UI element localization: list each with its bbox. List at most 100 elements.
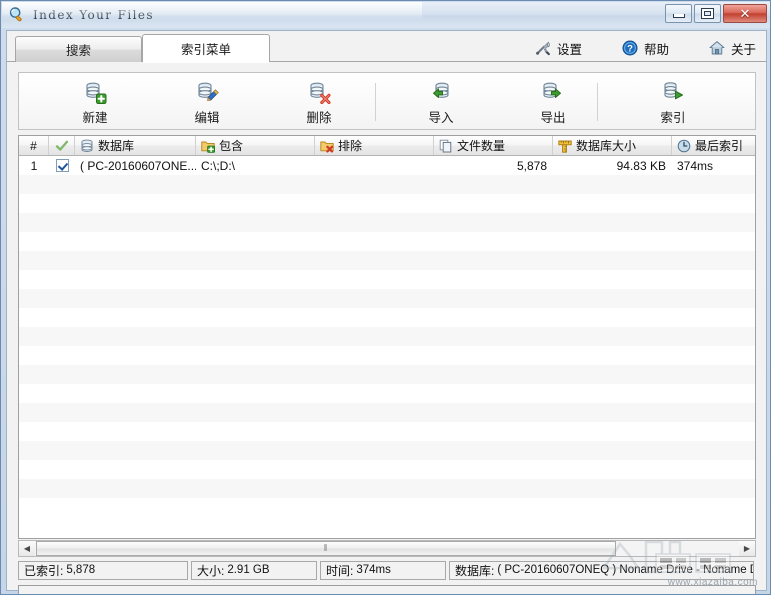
empty-row [19, 270, 755, 289]
horizontal-scrollbar[interactable]: ◀ ⦀ ▶ [18, 540, 756, 557]
status-panel-0: 已索引: 5,878 [18, 560, 188, 580]
close-icon: ✕ [739, 6, 751, 21]
empty-row [19, 308, 755, 327]
empty-row [19, 403, 755, 422]
client-area: 搜索 索引菜单 设置 ? 帮助 关于 新建 编辑 删除 导入 导出 索引 # 数… [6, 30, 767, 594]
toolbar-button-new-label: 新建 [82, 111, 108, 125]
empty-row [19, 346, 755, 365]
active-tab-connector [143, 61, 269, 63]
tab-index-menu[interactable]: 索引菜单 [142, 34, 270, 62]
column-header-database[interactable]: 数据库 [75, 136, 196, 155]
database-list-view[interactable]: # 数据库 包含 排除 文件数量 数据库大小 最后索引 1 (PC-20160… [18, 135, 756, 539]
status-panel-2: 时间: 374ms [320, 560, 446, 580]
question-circle-icon: ? [622, 40, 638, 56]
status-panel-1-label: 大小: [197, 563, 225, 578]
toolbar-button-import-label: 导入 [428, 111, 454, 125]
top-menu: 设置 ? 帮助 关于 [535, 36, 756, 60]
database-export-icon [541, 80, 565, 104]
row-checkbox[interactable] [55, 159, 69, 172]
checkmark-icon [55, 139, 69, 153]
folder-exclude-icon [320, 139, 334, 153]
empty-row [19, 479, 755, 498]
watermark-text: www.xiazaiba.com [667, 577, 758, 588]
files-icon [439, 139, 453, 153]
status-panel-1: 大小: 2.91 GB [191, 560, 317, 580]
column-header-dbsize-label: 数据库大小 [576, 139, 637, 153]
toolbar-button-index-label: 索引 [660, 111, 686, 125]
status-panel-3-label: 数据库: [455, 563, 495, 578]
scrollbar-track[interactable]: ⦀ [35, 541, 739, 556]
column-header-exclude-label: 排除 [338, 139, 363, 153]
database-import-icon [429, 80, 453, 104]
column-header-filecount[interactable]: 文件数量 [434, 136, 553, 155]
magnifier-icon [8, 6, 26, 24]
tab-search[interactable]: 搜索 [15, 36, 142, 62]
minimize-button[interactable] [665, 4, 692, 23]
menu-item-about-label: 关于 [730, 42, 756, 57]
empty-row [19, 365, 755, 384]
application-window: Index Your Files ✕ 搜索 索引菜单 设置 ? 帮助 关于 新建… [0, 0, 771, 595]
toolbar-button-import[interactable]: 导入 [395, 78, 487, 126]
cell-num: 1 [30, 158, 38, 173]
toolbar-button-delete[interactable]: 删除 [273, 78, 365, 126]
close-button[interactable]: ✕ [723, 4, 767, 23]
scrollbar-thumb[interactable]: ⦀ [36, 541, 616, 556]
database-index-icon [661, 80, 685, 104]
column-header-lastindex[interactable]: 最后索引 [672, 136, 755, 155]
menu-item-help[interactable]: ? 帮助 [622, 39, 669, 58]
column-header-checked[interactable] [49, 136, 75, 155]
toolbar: 新建 编辑 删除 导入 导出 索引 [18, 72, 756, 130]
column-header-include-label: 包含 [219, 139, 244, 153]
empty-row [19, 441, 755, 460]
empty-row [19, 213, 755, 232]
scroll-left-arrow-icon[interactable]: ◀ [19, 541, 35, 556]
table-row[interactable]: 1 ( PC-20160607ONE... C:\;D:\ 5,878 94.83 KB… [19, 156, 755, 175]
clock-icon [677, 139, 691, 153]
empty-row [19, 327, 755, 346]
bottom-panel [18, 585, 756, 594]
empty-row [19, 289, 755, 308]
empty-row [19, 422, 755, 441]
cell-filecount: 5,878 [516, 158, 547, 173]
toolbar-button-export-label: 导出 [540, 111, 566, 125]
menu-item-settings[interactable]: 设置 [535, 39, 582, 58]
minimize-icon [672, 14, 685, 18]
toolbar-button-index[interactable]: 索引 [627, 78, 719, 126]
toolbar-button-new[interactable]: 新建 [49, 78, 141, 126]
column-header-include[interactable]: 包含 [196, 136, 315, 155]
menu-item-help-label: 帮助 [643, 42, 669, 57]
cell-include: C:\;D:\ [201, 158, 236, 173]
toolbar-button-edit-label: 编辑 [194, 111, 220, 125]
window-title: Index Your Files [33, 8, 154, 22]
column-header-exclude[interactable]: 排除 [315, 136, 434, 155]
maximize-icon [701, 8, 714, 19]
empty-row [19, 384, 755, 403]
column-header-number-label: # [30, 138, 37, 153]
cell-lastindex: 374ms [677, 158, 714, 173]
menu-item-about[interactable]: 关于 [709, 39, 756, 58]
folder-include-icon [201, 139, 215, 153]
empty-row [19, 251, 755, 270]
list-header-row: # 数据库 包含 排除 文件数量 数据库大小 最后索引 [19, 136, 755, 156]
column-header-dbsize[interactable]: 数据库大小 [553, 136, 672, 155]
home-icon [709, 40, 725, 56]
cell-dbsize: 94.83 KB [616, 158, 666, 173]
scroll-right-arrow-icon[interactable]: ▶ [739, 541, 755, 556]
database-icon [80, 139, 94, 153]
ruler-icon [558, 139, 572, 153]
menu-item-settings-label: 设置 [556, 42, 582, 57]
status-panel-2-value: 374ms [356, 564, 391, 576]
tab-index-menu-label: 索引菜单 [180, 43, 231, 57]
column-header-database-label: 数据库 [98, 139, 135, 153]
title-bar: Index Your Files ✕ [2, 2, 770, 28]
column-header-number[interactable]: # [19, 136, 49, 155]
status-panel-2-label: 时间: [326, 563, 354, 578]
maximize-button[interactable] [694, 4, 721, 23]
status-panel-0-label: 已索引: [24, 563, 64, 578]
svg-text:?: ? [627, 44, 633, 55]
toolbar-button-delete-label: 删除 [306, 111, 332, 125]
toolbar-button-export[interactable]: 导出 [507, 78, 599, 126]
toolbar-button-edit[interactable]: 编辑 [161, 78, 253, 126]
cell-check [49, 156, 75, 175]
status-panel-3-value: ( PC-20160607ONEQ ) Noname Drive - Nonam… [497, 564, 754, 576]
